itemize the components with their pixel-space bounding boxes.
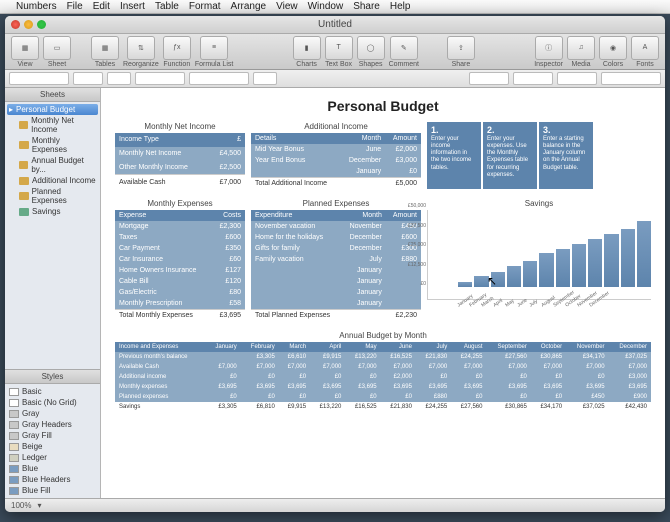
- menu-view[interactable]: View: [276, 1, 298, 12]
- style-basic-no-grid-[interactable]: Basic (No Grid): [7, 397, 98, 408]
- bar[interactable]: [523, 261, 537, 287]
- monthly-expenses-table[interactable]: Monthly ExpensesExpenseCostsMortgage£2,3…: [115, 199, 245, 321]
- document-window: Untitled ▦View ▭Sheet ▦Tables ⇅Reorganiz…: [5, 16, 665, 512]
- additional-income-table[interactable]: Additional IncomeDetailsMonthAmountMid Y…: [251, 122, 421, 189]
- style-basic[interactable]: Basic: [7, 386, 98, 397]
- cell-format-select[interactable]: [601, 72, 661, 85]
- menubar[interactable]: Numbers File Edit Insert Table Format Ar…: [0, 0, 670, 14]
- menu-edit[interactable]: Edit: [93, 1, 110, 12]
- wrap-button[interactable]: [557, 72, 597, 85]
- menu-table[interactable]: Table: [155, 1, 179, 12]
- text-color-button[interactable]: [253, 72, 277, 85]
- hint-box: 1.Enter your income information in the t…: [427, 122, 481, 189]
- style-gray-headers[interactable]: Gray Headers: [7, 419, 98, 430]
- sheets-header: Sheets: [5, 88, 100, 102]
- style-beige[interactable]: Beige: [7, 441, 98, 452]
- titlebar: Untitled: [5, 16, 665, 34]
- bar[interactable]: [604, 234, 618, 287]
- monthly-net-income-table[interactable]: Monthly Net IncomeIncome Type£Monthly Ne…: [115, 122, 245, 189]
- table-planned-expenses[interactable]: Planned Expenses: [7, 186, 98, 206]
- savings-chart[interactable]: Savings £0£12,500£25,000£37,500£50,000Ja…: [427, 199, 651, 300]
- bar[interactable]: [539, 253, 553, 287]
- format-bar: [5, 70, 665, 88]
- menu-numbers[interactable]: Numbers: [16, 1, 57, 12]
- table-monthly-expenses[interactable]: Monthly Expenses: [7, 135, 98, 155]
- table-annual-budget[interactable]: Annual Budget by...: [7, 155, 98, 175]
- bar[interactable]: [491, 272, 505, 287]
- zoom-dropdown-icon[interactable]: ▾: [37, 501, 41, 510]
- menu-file[interactable]: File: [67, 1, 83, 12]
- styles-header: Styles: [5, 369, 100, 384]
- fill-color-button[interactable]: [469, 72, 509, 85]
- font-style-select[interactable]: [73, 72, 103, 85]
- share-button[interactable]: ⇪: [447, 36, 475, 60]
- hint-box: 3.Enter a starting balance in the Januar…: [539, 122, 593, 189]
- hints: 1.Enter your income information in the t…: [427, 122, 593, 189]
- shapes-button[interactable]: ◯: [357, 36, 385, 60]
- font-size-select[interactable]: [107, 72, 131, 85]
- table-additional-income[interactable]: Additional Income: [7, 175, 98, 186]
- window-title: Untitled: [5, 19, 665, 30]
- menu-format[interactable]: Format: [189, 1, 221, 12]
- zoom-level[interactable]: 100%: [11, 501, 31, 510]
- colors-button[interactable]: ◉: [599, 36, 627, 60]
- menu-window[interactable]: Window: [308, 1, 344, 12]
- style-blue[interactable]: Blue: [7, 463, 98, 474]
- style-gray-fill[interactable]: Gray Fill: [7, 430, 98, 441]
- inspector-button[interactable]: ⓘ: [535, 36, 563, 60]
- table-monthly-net-income[interactable]: Monthly Net Income: [7, 115, 98, 135]
- bar[interactable]: [572, 244, 586, 287]
- fonts-button[interactable]: A: [631, 36, 659, 60]
- text-box-button[interactable]: T: [325, 36, 353, 60]
- charts-button[interactable]: ▮: [293, 36, 321, 60]
- formula-list-button[interactable]: ≡: [200, 36, 228, 60]
- bar[interactable]: [588, 239, 602, 287]
- menu-help[interactable]: Help: [390, 1, 411, 12]
- font-family-select[interactable]: [9, 72, 69, 85]
- border-button[interactable]: [513, 72, 553, 85]
- reorganize-button[interactable]: ⇅: [127, 36, 155, 60]
- style-blue-fill[interactable]: Blue Fill: [7, 485, 98, 496]
- document-title: Personal Budget: [115, 98, 651, 114]
- style-ledger[interactable]: Ledger: [7, 452, 98, 463]
- bar[interactable]: [474, 276, 488, 287]
- bar[interactable]: [621, 229, 635, 287]
- annual-budget-table[interactable]: Annual Budget by MonthIncome and Expense…: [115, 331, 651, 412]
- comment-button[interactable]: ✎: [390, 36, 418, 60]
- view-button[interactable]: ▦: [11, 36, 39, 60]
- align-buttons[interactable]: [189, 72, 249, 85]
- style-blue-headers[interactable]: Blue Headers: [7, 474, 98, 485]
- chart-savings-item[interactable]: Savings: [7, 206, 98, 217]
- media-button[interactable]: ♫: [567, 36, 595, 60]
- function-button[interactable]: ƒx: [163, 36, 191, 60]
- bar[interactable]: [637, 221, 651, 287]
- sheet-personal-budget[interactable]: ▸ Personal Budget: [7, 104, 98, 115]
- planned-expenses-table[interactable]: Planned ExpensesExpenditureMonthAmountNo…: [251, 199, 421, 321]
- menu-insert[interactable]: Insert: [120, 1, 145, 12]
- hint-box: 2.Enter your expenses. Use the Monthly E…: [483, 122, 537, 189]
- canvas[interactable]: Personal Budget Monthly Net IncomeIncome…: [101, 88, 665, 498]
- menu-arrange[interactable]: Arrange: [231, 1, 267, 12]
- bar[interactable]: [507, 266, 521, 287]
- toolbar: ▦View ▭Sheet ▦Tables ⇅Reorganize ƒxFunct…: [5, 34, 665, 70]
- bar[interactable]: [458, 282, 472, 287]
- menu-share[interactable]: Share: [353, 1, 380, 12]
- text-style-buttons[interactable]: [135, 72, 185, 85]
- sidebar: Sheets ▸ Personal Budget Monthly Net Inc…: [5, 88, 101, 498]
- sheet-button[interactable]: ▭: [43, 36, 71, 60]
- tables-button[interactable]: ▦: [91, 36, 119, 60]
- bar[interactable]: [556, 249, 570, 287]
- statusbar: 100% ▾: [5, 498, 665, 512]
- style-gray[interactable]: Gray: [7, 408, 98, 419]
